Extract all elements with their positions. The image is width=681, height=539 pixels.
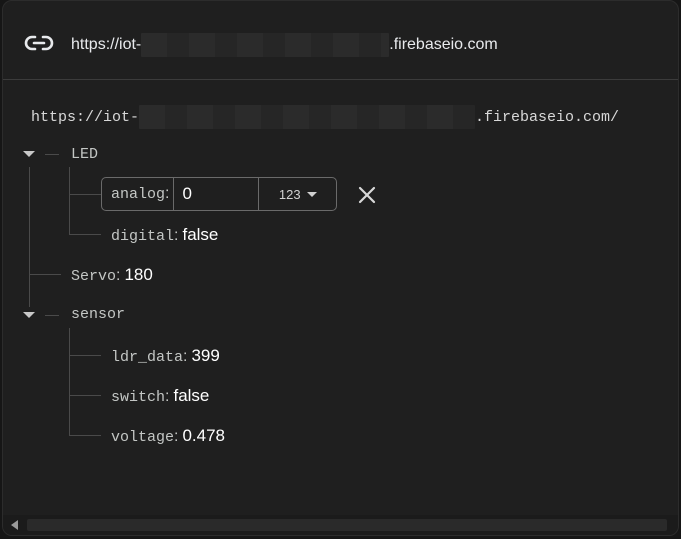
node-colon: : — [174, 227, 179, 244]
node-key-sensor[interactable]: sensor — [71, 306, 125, 323]
tree-line — [69, 194, 101, 195]
scroll-track[interactable] — [27, 519, 667, 531]
analog-value-input[interactable] — [173, 178, 260, 210]
tree-line — [45, 315, 59, 316]
tree-line — [45, 154, 59, 155]
root-node-url[interactable]: https://iot- .firebaseio.com/ — [31, 105, 619, 129]
value-type-label: 123 — [278, 186, 301, 202]
database-panel: https://iot- .firebaseio.com https://iot… — [2, 0, 679, 536]
tree-line — [69, 167, 70, 235]
redacted-region — [141, 33, 390, 57]
tree-line — [69, 395, 101, 396]
analog-value-editor: analog : 123 — [101, 177, 337, 211]
node-digital[interactable]: digital : false — [111, 225, 218, 245]
node-colon: : — [165, 388, 170, 405]
tree-line — [29, 167, 30, 307]
tree-line — [29, 274, 61, 275]
tree-line — [69, 328, 70, 436]
link-icon[interactable] — [24, 31, 54, 55]
node-ldr-data[interactable]: ldr_data : 399 — [111, 346, 220, 366]
node-value: false — [173, 386, 210, 405]
root-url-suffix: .firebaseio.com/ — [475, 108, 620, 126]
analog-colon: : — [165, 185, 170, 202]
node-key: ldr_data — [111, 349, 184, 366]
scroll-left-icon[interactable] — [11, 520, 18, 530]
node-key: switch — [111, 389, 166, 406]
redacted-region — [139, 105, 476, 129]
database-url[interactable]: https://iot- .firebaseio.com — [71, 33, 498, 57]
database-url-suffix: .firebaseio.com — [389, 36, 498, 53]
node-colon: : — [116, 267, 121, 284]
root-url-prefix: https://iot- — [31, 108, 140, 126]
node-colon: : — [183, 348, 188, 365]
node-switch[interactable]: switch : false — [111, 386, 209, 406]
node-servo[interactable]: Servo : 180 — [71, 265, 153, 285]
node-value: 0.478 — [182, 426, 226, 445]
tree-line — [69, 435, 101, 436]
value-type-dropdown[interactable]: 123 — [259, 178, 336, 210]
caret-down-icon[interactable] — [23, 312, 35, 318]
node-key: digital — [111, 228, 175, 245]
chevron-down-icon — [306, 191, 317, 197]
tree-line — [69, 355, 101, 356]
caret-down-icon[interactable] — [23, 151, 35, 157]
node-value: false — [182, 225, 219, 244]
node-colon: : — [174, 428, 179, 445]
panel-header: https://iot- .firebaseio.com — [3, 1, 678, 80]
database-url-prefix: https://iot- — [71, 36, 142, 53]
node-value: 180 — [124, 265, 153, 284]
horizontal-scrollbar[interactable] — [3, 515, 678, 535]
node-value: 399 — [191, 346, 220, 365]
close-icon[interactable] — [357, 185, 377, 205]
node-key: Servo — [71, 268, 117, 285]
node-voltage[interactable]: voltage : 0.478 — [111, 426, 225, 446]
node-key: voltage — [111, 429, 175, 446]
node-key-led[interactable]: LED — [71, 146, 98, 163]
analog-key: analog — [111, 185, 166, 203]
tree-line — [69, 234, 101, 235]
